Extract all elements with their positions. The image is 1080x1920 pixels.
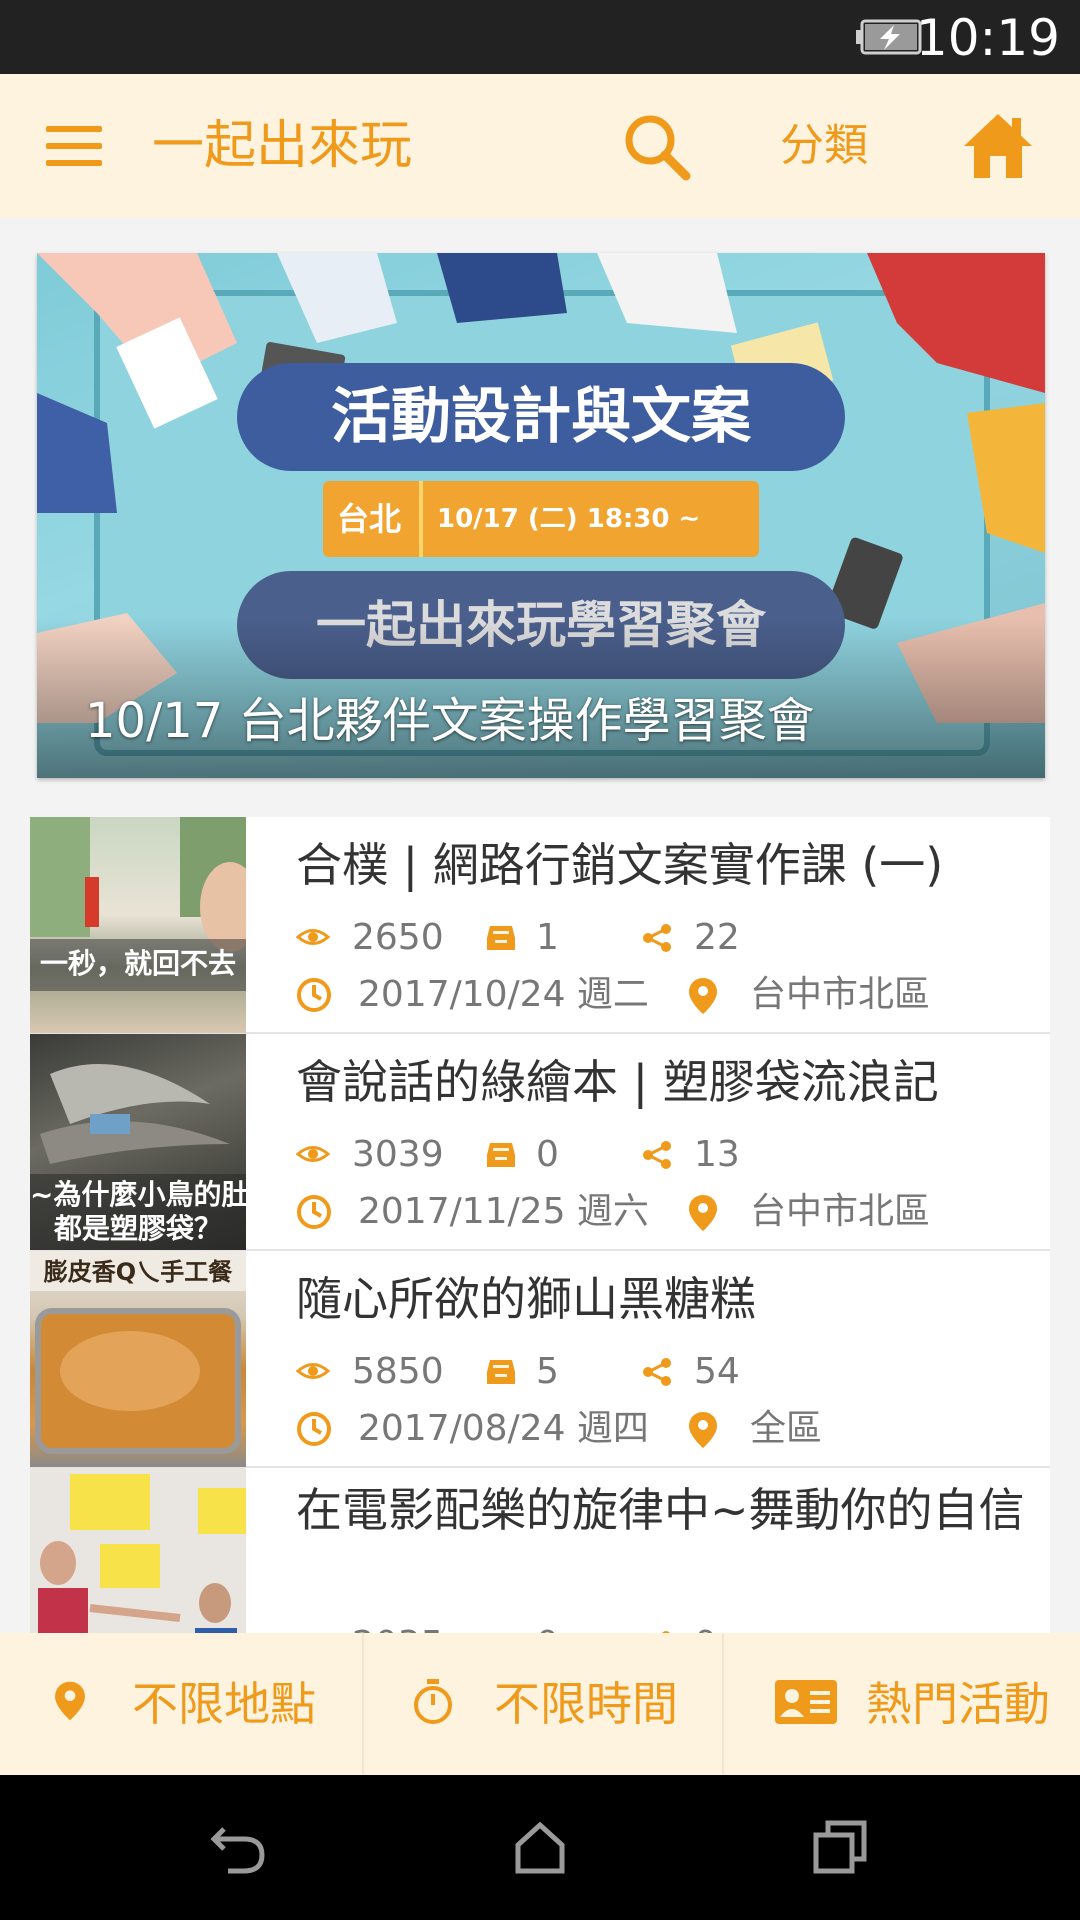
thumbnail-text: 都是塑膠袋？ [53,1212,222,1245]
featured-banner[interactable]: 活動設計與文案 台北 10/17 (二) 18:30 ~ 21:30 一起出來玩… [37,253,1045,778]
event-stats: 3039 0 13 [296,1130,1036,1180]
event-location-text: 台中市北區 [750,1191,931,1232]
banner-city: 台北 [337,500,402,538]
back-icon[interactable] [210,1819,268,1877]
share-icon [643,1141,671,1169]
status-bar: 10:19 [0,0,1080,74]
saves-value: 1 [536,917,559,958]
thumbnail-image [38,1474,246,1633]
filter-location-label: 不限地點 [132,1677,316,1731]
event-thumbnail: 一秒，就回不去 [30,817,246,1033]
app-bar: 一起出來玩 分類 [0,74,1080,218]
thumbnail-text: 一秒，就回不去 [39,947,236,980]
map-pin-icon [689,1195,717,1231]
shares-value: 54 [694,1351,740,1392]
event-meta: 2017/10/24 週二 台中市北區 [296,967,1036,1023]
event-title: 會說話的綠繪本 | 塑膠袋流浪記 [296,1055,939,1109]
event-meta: 2017/08/24 週四 全區 [296,1401,1036,1457]
event-title: 隨心所欲的獅山黑糖糕 [296,1272,756,1326]
filter-time-label: 不限時間 [494,1677,678,1731]
filter-time-button[interactable]: 不限時間 [362,1633,722,1775]
thumbnail-text: ~為什麼小鳥的肚 [30,1178,246,1211]
clock: 10:19 [915,9,1060,67]
search-icon[interactable] [622,112,692,182]
system-nav-bar [0,1775,1080,1920]
views-value: 3039 [352,1134,444,1175]
share-icon [643,924,671,952]
event-thumbnail [30,1468,246,1633]
saves-value: 0 [536,1620,559,1633]
views-value: 2035 [352,1620,444,1633]
event-date-text: 2017/10/24 週二 [358,974,649,1015]
banner-date-box: 台北 10/17 (二) 18:30 ~ 21:30 [323,481,759,610]
id-card-icon [775,1680,837,1724]
views-value: 5850 [352,1351,444,1392]
clock-icon [297,1195,331,1229]
shares-value: 0 [694,1620,717,1633]
category-button[interactable]: 分類 [780,116,868,176]
filter-bar: 不限地點 不限時間 熱門活動 [0,1633,1080,1775]
views-value: 2650 [352,917,444,958]
date-separator [419,481,423,557]
shares-value: 13 [694,1134,740,1175]
eye-icon [296,1146,330,1162]
event-stats: 5850 5 54 [296,1347,1036,1397]
list-item[interactable]: 膨皮香Q乀手工餐 隨心所欲的獅山黑糖糕 5850 5 54 2017/08/24… [30,1251,1050,1468]
event-title: 在電影配樂的旋律中~舞動你的自信 [296,1483,1025,1537]
list-item[interactable]: ~為什麼小鳥的肚 都是塑膠袋？ 會說話的綠繪本 | 塑膠袋流浪記 3039 0 [30,1034,1050,1251]
event-date-text: 2017/08/24 週四 [358,1408,649,1449]
menu-icon[interactable] [40,118,110,174]
eye-icon [296,929,330,945]
map-pin-icon [689,978,717,1014]
app-title: 一起出來玩 [152,116,413,176]
event-thumbnail: 膨皮香Q乀手工餐 [30,1251,246,1467]
event-title: 合樸 | 網路行銷文案實作課 (一) [296,838,944,892]
inbox-icon [487,1143,515,1167]
battery-charging-icon [856,19,922,55]
saves-value: 5 [536,1351,559,1392]
event-location-text: 全區 [750,1408,823,1449]
recents-icon[interactable] [812,1819,868,1875]
stopwatch-icon [414,1679,452,1724]
inbox-icon [487,926,515,950]
event-stats: 2035 0 0 [296,1620,1036,1633]
thumbnail-text: 膨皮香Q乀手工餐 [43,1258,233,1286]
event-list[interactable]: 一秒，就回不去 合樸 | 網路行銷文案實作課 (一) 2650 1 22 201… [30,817,1050,1633]
eye-icon [296,1363,330,1379]
filter-location-button[interactable]: 不限地點 [0,1633,362,1775]
banner-headline: 活動設計與文案 [237,363,845,471]
list-item[interactable]: 一秒，就回不去 合樸 | 網路行銷文案實作課 (一) 2650 1 22 201… [30,817,1050,1034]
home-icon[interactable] [962,110,1034,182]
clock-icon [297,1412,331,1446]
map-pin-icon [55,1681,85,1721]
event-date-text: 2017/11/25 週六 [358,1191,649,1232]
share-icon [643,1358,671,1386]
event-location-text: 台中市北區 [750,974,931,1015]
event-meta: 2017/11/25 週六 台中市北區 [296,1184,1036,1240]
banner-caption: 10/17 台北夥伴文案操作學習聚會 [85,693,815,749]
saves-value: 0 [536,1134,559,1175]
shares-value: 22 [694,917,740,958]
clock-icon [297,978,331,1012]
thumbnail-image [30,817,246,991]
event-thumbnail: ~為什麼小鳥的肚 都是塑膠袋？ [30,1034,246,1250]
inbox-icon [487,1360,515,1384]
event-stats: 2650 1 22 [296,913,1036,963]
popular-events-button[interactable]: 熱門活動 [722,1633,1080,1775]
home-nav-icon[interactable] [512,1819,568,1875]
popular-events-label: 熱門活動 [866,1677,1050,1731]
list-item[interactable]: 在電影配樂的旋律中~舞動你的自信 2035 0 0 [30,1468,1050,1633]
map-pin-icon [689,1412,717,1448]
